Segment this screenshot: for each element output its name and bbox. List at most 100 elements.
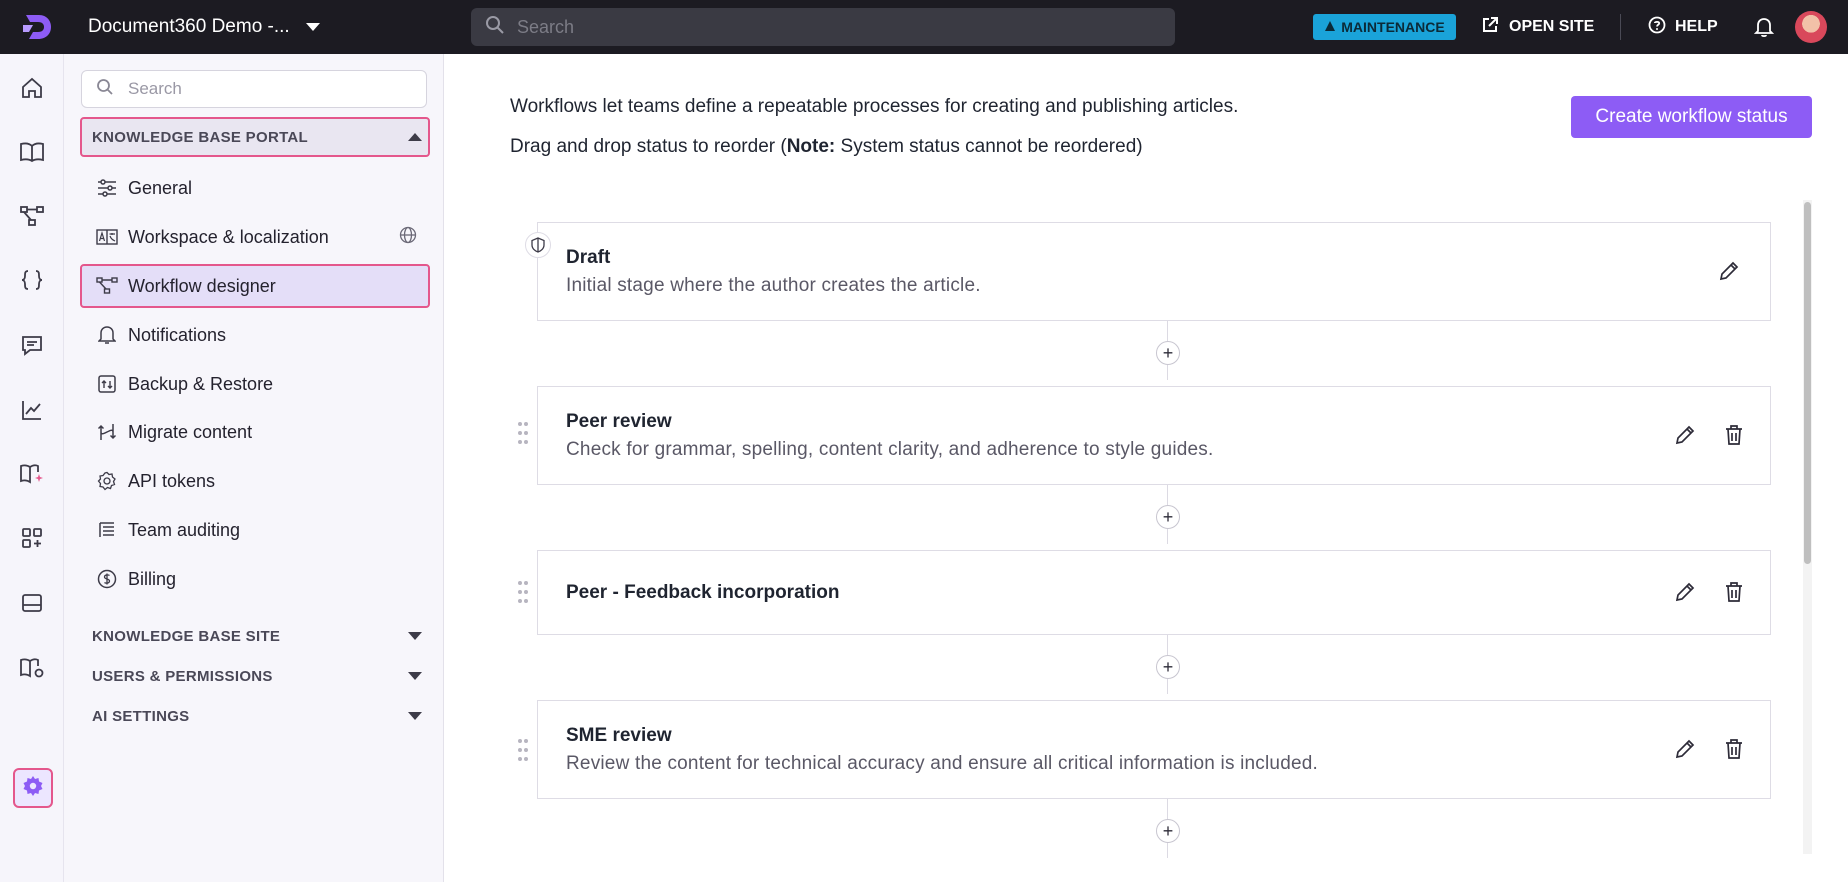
top-bar: Document360 Demo -... MAINTENANCE OPEN S… <box>0 0 1848 54</box>
edit-pencil-icon[interactable] <box>1717 259 1741 283</box>
drag-handle-icon[interactable] <box>517 420 529 446</box>
backup-icon <box>96 373 118 395</box>
settings-search-input[interactable] <box>128 79 408 99</box>
add-status-button[interactable]: + <box>1156 819 1180 843</box>
nav-label: General <box>128 177 193 198</box>
apps-add-icon[interactable] <box>18 524 46 552</box>
status-card-peer-review: Peer review Check for grammar, spelling,… <box>537 386 1771 485</box>
global-search[interactable] <box>471 8 1175 46</box>
billing-icon <box>96 568 118 590</box>
nav-label: Notifications <box>128 324 227 345</box>
home-icon[interactable] <box>18 74 46 102</box>
divider <box>1620 14 1621 40</box>
ai-book-icon[interactable] <box>18 460 46 488</box>
nav-workspace-localization[interactable]: Workspace & localization <box>86 217 431 257</box>
sliders-icon <box>96 177 118 199</box>
nav-workflow-designer[interactable]: Workflow designer <box>80 264 430 308</box>
section-users-permissions[interactable]: USERS & PERMISSIONS <box>92 664 432 688</box>
open-site-link[interactable]: OPEN SITE <box>1481 0 1594 54</box>
api-token-icon <box>96 470 118 492</box>
status-card-sme-review: SME review Review the content for techni… <box>537 700 1771 799</box>
add-status-button[interactable]: + <box>1156 655 1180 679</box>
settings-icon <box>22 775 44 802</box>
intro-text: Workflows let teams define a repeatable … <box>510 96 1239 117</box>
status-card-peer-feedback: Peer - Feedback incorporation <box>537 550 1771 635</box>
nav-label: Workspace & localization <box>128 226 329 247</box>
analytics-icon[interactable] <box>18 396 46 424</box>
nav-billing[interactable]: Billing <box>86 559 431 599</box>
search-icon <box>96 78 114 101</box>
add-status-button[interactable]: + <box>1156 341 1180 365</box>
nav-migrate-content[interactable]: Migrate content <box>86 412 431 452</box>
create-workflow-status-button[interactable]: Create workflow status <box>1571 96 1812 138</box>
nav-team-auditing[interactable]: Team auditing <box>86 510 431 550</box>
workflow-icon <box>96 275 118 297</box>
nav-general[interactable]: General <box>86 168 431 208</box>
scrollbar-thumb[interactable] <box>1804 202 1811 564</box>
section-ai-settings[interactable]: AI SETTINGS <box>92 704 432 728</box>
feedback-icon[interactable] <box>18 331 46 359</box>
section-knowledge-base-portal[interactable]: KNOWLEDGE BASE PORTAL <box>92 125 432 149</box>
notifications-bell-icon[interactable] <box>1753 16 1775 43</box>
edit-pencil-icon[interactable] <box>1673 737 1697 761</box>
widget-icon[interactable] <box>18 589 46 617</box>
chevron-down-icon <box>305 23 320 31</box>
maintenance-label: MAINTENANCE <box>1341 19 1445 35</box>
chevron-up-icon <box>408 133 422 141</box>
search-icon <box>485 15 505 40</box>
edit-pencil-icon[interactable] <box>1673 423 1697 447</box>
edit-pencil-icon[interactable] <box>1673 580 1697 604</box>
localization-icon <box>96 226 118 248</box>
section-label: AI SETTINGS <box>92 707 190 725</box>
project-switcher[interactable]: Document360 Demo -... <box>88 0 320 54</box>
bell-icon <box>96 324 118 346</box>
chevron-down-icon <box>408 672 422 680</box>
nav-label: API tokens <box>128 470 216 491</box>
global-search-input[interactable] <box>517 16 1117 38</box>
nav-label: Team auditing <box>128 519 241 540</box>
section-knowledge-base-site[interactable]: KNOWLEDGE BASE SITE <box>92 624 432 648</box>
audit-icon <box>96 519 118 541</box>
nav-backup-restore[interactable]: Backup & Restore <box>86 364 431 404</box>
delete-trash-icon[interactable] <box>1722 580 1746 604</box>
workflow-designer-panel: Workflows let teams define a repeatable … <box>445 54 1848 882</box>
delete-trash-icon[interactable] <box>1722 737 1746 761</box>
document360-logo[interactable] <box>20 11 54 43</box>
nav-label: Workflow designer <box>128 275 276 296</box>
help-circle-icon <box>1648 16 1666 39</box>
migrate-icon <box>96 421 118 443</box>
warning-icon <box>1324 19 1336 35</box>
status-card-draft: Draft Initial stage where the author cre… <box>537 222 1771 321</box>
hint-prefix: Drag and drop status to reorder ( <box>510 136 787 157</box>
project-name: Document360 Demo -... <box>88 16 290 37</box>
chevron-down-icon <box>408 712 422 720</box>
kb-settings-icon[interactable] <box>18 654 46 682</box>
nav-api-tokens[interactable]: API tokens <box>86 461 431 501</box>
book-icon[interactable] <box>18 138 46 166</box>
help-link[interactable]: HELP <box>1648 0 1718 54</box>
user-avatar[interactable] <box>1795 11 1827 43</box>
reorder-hint: Drag and drop status to reorder (Note: S… <box>510 136 1143 158</box>
delete-trash-icon[interactable] <box>1722 423 1746 447</box>
external-link-icon <box>1481 16 1499 39</box>
status-description: Check for grammar, spelling, content cla… <box>566 439 1214 460</box>
nav-notifications[interactable]: Notifications <box>86 315 431 355</box>
drag-handle-icon[interactable] <box>517 579 529 605</box>
add-status-button[interactable]: + <box>1156 505 1180 529</box>
section-label: USERS & PERMISSIONS <box>92 667 273 685</box>
status-title: Peer - Feedback incorporation <box>566 582 840 603</box>
help-label: HELP <box>1675 18 1718 35</box>
chevron-down-icon <box>408 632 422 640</box>
settings-search[interactable] <box>81 70 427 108</box>
settings-rail-button[interactable] <box>13 768 53 808</box>
section-label: KNOWLEDGE BASE SITE <box>92 627 281 645</box>
nav-label: Backup & Restore <box>128 373 274 394</box>
status-description: Review the content for technical accurac… <box>566 753 1318 774</box>
nav-label: Billing <box>128 568 177 589</box>
drag-handle-icon[interactable] <box>517 737 529 763</box>
globe-icon[interactable] <box>399 226 417 249</box>
status-description: Initial stage where the author creates t… <box>566 275 981 296</box>
api-braces-icon[interactable] <box>18 266 46 294</box>
workflow-icon[interactable] <box>18 202 46 230</box>
maintenance-badge[interactable]: MAINTENANCE <box>1313 14 1456 40</box>
